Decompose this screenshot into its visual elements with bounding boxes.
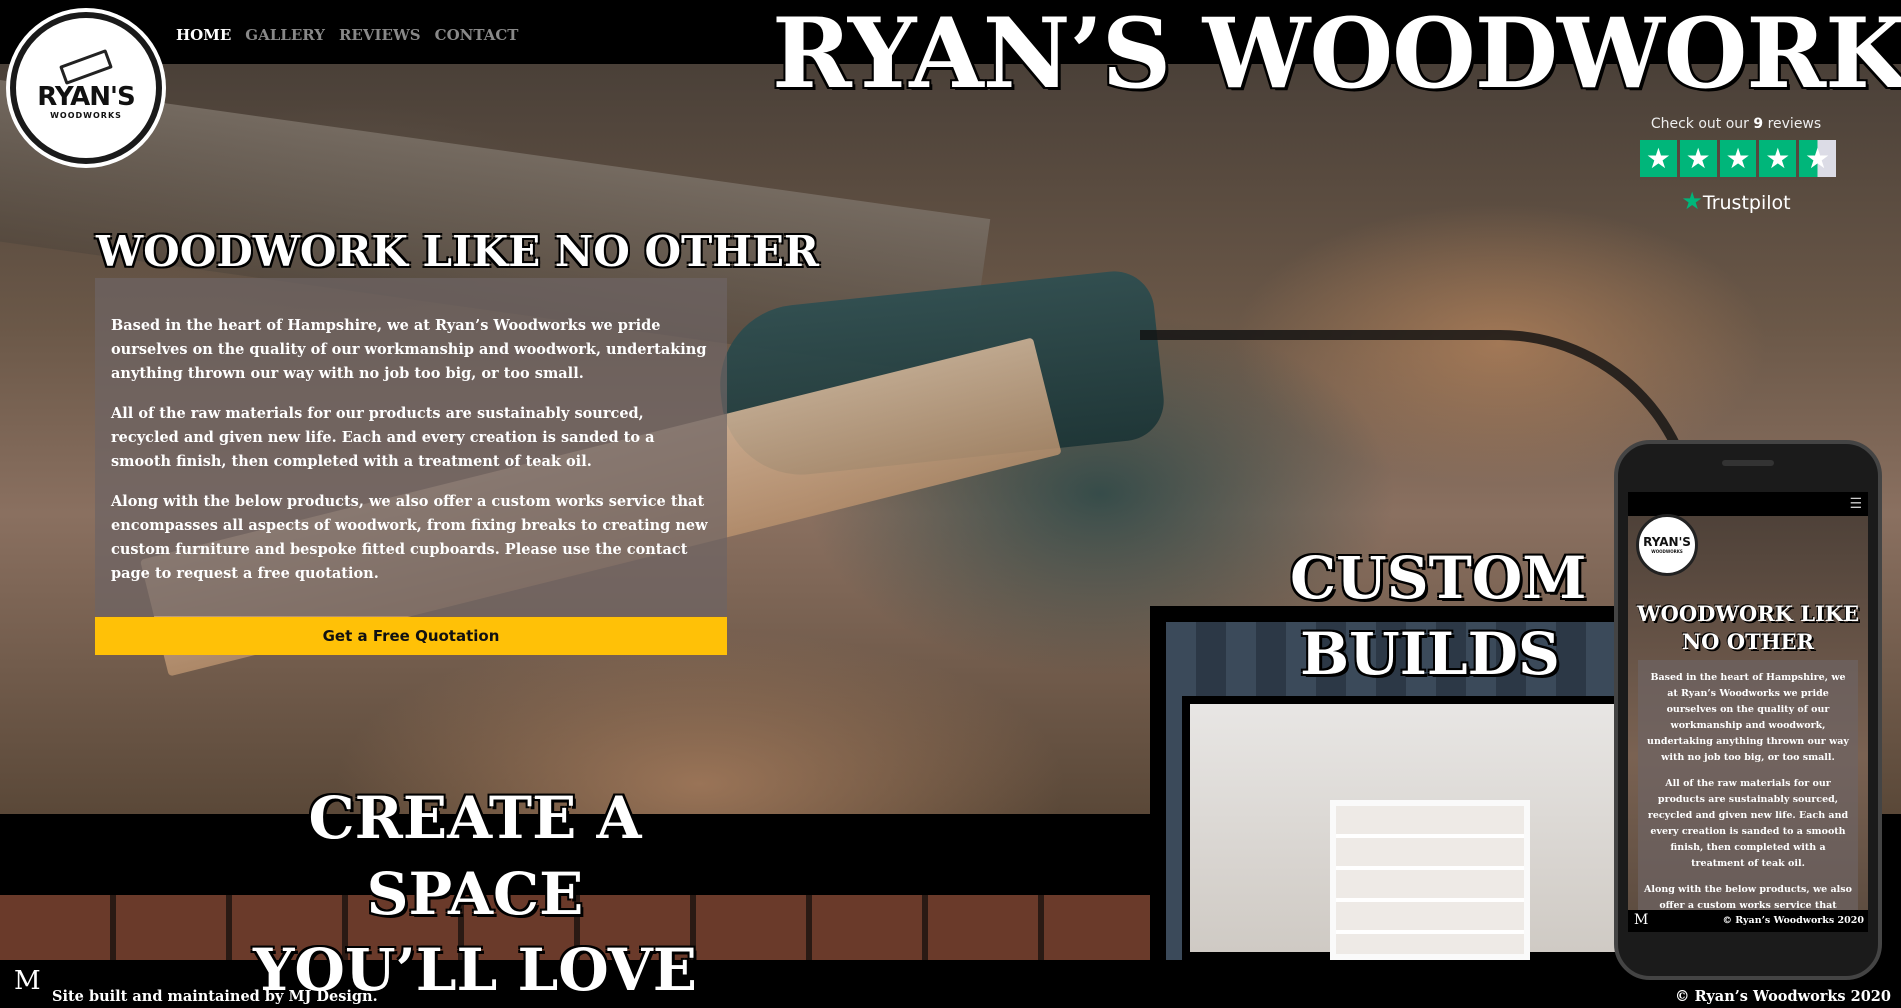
trustpilot-star-icon: ★ (1681, 187, 1703, 215)
intro-title: WOODWORK LIKE NO OTHER (96, 227, 819, 276)
intro-paragraph: All of the raw materials for our product… (111, 405, 655, 470)
shelf-unit-image (1330, 800, 1530, 960)
footer-credit: Site built and maintained by MJ Design. (52, 988, 378, 1005)
logo-subtitle: WOODWORKS (50, 110, 122, 120)
nav-item-reviews[interactable]: REVIEWS (339, 26, 421, 44)
phone-logo-title: RYAN'S (1643, 535, 1691, 549)
nav-item-contact[interactable]: CONTACT (435, 26, 519, 44)
intro-paragraph: Along with the below products, we also o… (111, 493, 708, 582)
phone-footer: M © Ryan’s Woodworks 2020 (1628, 910, 1868, 932)
phone-speaker (1722, 460, 1774, 466)
star-icon: ★ (1640, 140, 1677, 177)
star-icon: ★ (1679, 140, 1717, 177)
custom-builds-line2: BUILDS (1300, 620, 1560, 688)
star-icon: ★ (1719, 140, 1757, 177)
intro-paragraph: Based in the heart of Hampshire, we at R… (111, 317, 707, 382)
trustpilot-brand: ★Trustpilot (1636, 187, 1836, 215)
footer-copyright: © Ryan’s Woodworks 2020 (1675, 988, 1891, 1005)
phone-logo-subtitle: WOODWORKS (1651, 549, 1683, 554)
mj-design-logo-icon[interactable]: M (14, 966, 41, 996)
phone-intro-card: Based in the heart of Hampshire, we at R… (1638, 660, 1858, 911)
phone-logo: RYAN'S WOODWORKS (1636, 514, 1698, 576)
site-title: RYAN’S WOODWORKS (772, 0, 1901, 110)
trustpilot-count: 9 (1753, 116, 1764, 132)
trustpilot-star-rating: ★ ★ ★ ★ ★ (1640, 140, 1836, 177)
phone-mockup: ☰ RYAN'S WOODWORKS WOODWORK LIKE NO OTHE… (1614, 440, 1882, 980)
phone-copyright: © Ryan’s Woodworks 2020 (1722, 915, 1865, 926)
trustpilot-brand-label: Trustpilot (1702, 192, 1791, 214)
phone-mj-logo-icon: M (1634, 912, 1649, 928)
phone-screen: ☰ RYAN'S WOODWORKS WOODWORK LIKE NO OTHE… (1628, 492, 1868, 932)
plank-icon (59, 48, 113, 85)
trustpilot-widget[interactable]: Check out our 9 reviews ★ ★ ★ ★ ★ ★Trust… (1636, 116, 1836, 215)
custom-builds-line1: CUSTOM (1290, 544, 1587, 612)
hamburger-menu-icon[interactable]: ☰ (1849, 496, 1862, 512)
trustpilot-review-count: Check out our 9 reviews (1636, 116, 1836, 132)
phone-header-band: ☰ (1628, 492, 1868, 516)
phone-intro-title: WOODWORK LIKE NO OTHER (1636, 601, 1860, 654)
intro-card: Based in the heart of Hampshire, we at R… (95, 278, 727, 616)
main-nav: HOME GALLERY REVIEWS CONTACT (176, 26, 518, 44)
trustpilot-suffix: reviews (1767, 116, 1822, 132)
nav-item-gallery[interactable]: GALLERY (245, 26, 325, 44)
phone-paragraph: All of the raw materials for our product… (1647, 778, 1849, 869)
trustpilot-prefix: Check out our (1650, 116, 1749, 132)
custom-builds-heading: CUSTOM BUILDS (1290, 540, 1587, 692)
star-icon: ★ (1759, 140, 1797, 177)
free-quotation-button[interactable]: Get a Free Quotation (95, 617, 727, 655)
create-space-heading: CREATE A SPACE YOU’LL LOVE (200, 780, 750, 1008)
half-star-icon: ★ (1799, 140, 1836, 177)
phone-paragraph: Based in the heart of Hampshire, we at R… (1647, 672, 1849, 763)
nav-item-home[interactable]: HOME (176, 26, 231, 44)
site-logo[interactable]: RYAN'S WOODWORKS (10, 12, 162, 164)
create-space-line1: CREATE A SPACE (308, 784, 642, 928)
logo-title: RYAN'S (37, 81, 136, 112)
